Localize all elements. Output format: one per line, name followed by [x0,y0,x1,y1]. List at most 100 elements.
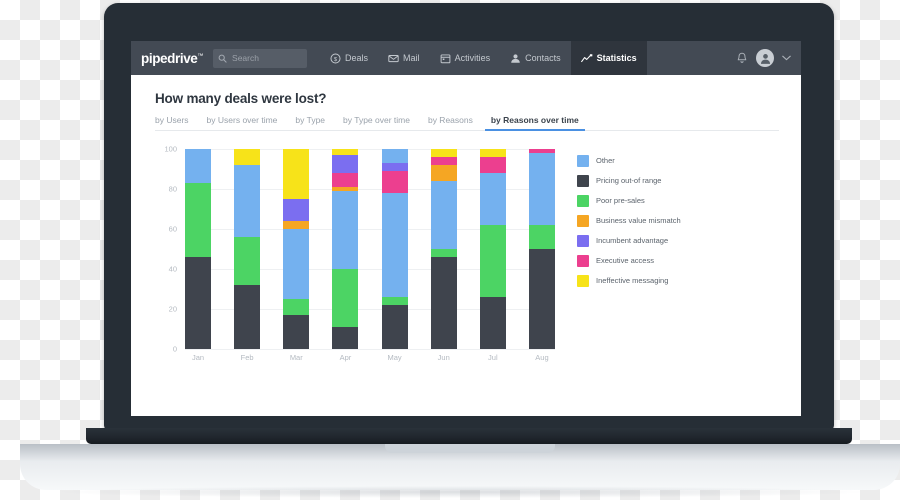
report-tabs: by Users by Users over time by Type by T… [155,115,779,131]
bar-segment[interactable] [479,149,506,157]
legend-item[interactable]: Business value mismatch [577,215,727,227]
brand-text: pipedrive [141,50,198,66]
bar-segment[interactable] [283,199,310,221]
legend-swatch [577,215,589,227]
nav-label-statistics: Statistics [596,53,637,63]
bar-column[interactable] [479,149,506,349]
legend-label: Business value mismatch [596,216,681,225]
legend-swatch [577,175,589,187]
mail-envelope-icon [388,53,399,64]
tab-by-reasons-over-time[interactable]: by Reasons over time [482,115,588,131]
bar-column[interactable] [234,149,261,349]
x-axis-tick: Jul [488,353,498,362]
bar-segment[interactable] [332,327,359,349]
tab-by-users[interactable]: by Users [155,115,198,130]
bar-segment[interactable] [430,257,457,349]
nav-label-contacts: Contacts [525,53,561,63]
bar-column[interactable] [528,149,555,349]
bar-segment[interactable] [381,163,408,171]
bar-segment[interactable] [528,225,555,249]
trend-line-icon [580,53,593,64]
bar-segment[interactable] [430,157,457,165]
chart-legend: Other Pricing out-of range Poor pre-sales B… [577,149,727,379]
statistics-content: How many deals were lost? by Users by Us… [131,75,801,416]
nav-item-contacts[interactable]: Contacts [500,41,571,75]
bar-segment[interactable] [283,229,310,299]
nav-items: $ Deals Mail Activities Contacts Statist… [320,41,647,75]
nav-item-mail[interactable]: Mail [378,41,430,75]
tab-by-type[interactable]: by Type [286,115,334,130]
legend-swatch [577,275,589,287]
bar-segment[interactable] [381,171,408,193]
bar-segment[interactable] [234,237,261,285]
search-placeholder: Search [232,53,259,63]
legend-swatch [577,155,589,167]
x-axis-tick: Mar [289,353,303,362]
bar-segment[interactable] [430,165,457,181]
bar-segment[interactable] [332,155,359,173]
bar-segment[interactable] [381,149,408,163]
bell-icon[interactable] [736,52,748,64]
search-input[interactable]: Search [213,48,308,68]
bar-segment[interactable] [381,297,408,305]
bar-segment[interactable] [185,183,211,257]
bar-segment[interactable] [479,225,506,297]
legend-swatch [577,195,589,207]
bar-segment[interactable] [283,299,310,315]
legend-swatch [577,255,589,267]
tab-by-users-over-time[interactable]: by Users over time [198,115,287,130]
user-avatar-icon[interactable] [756,49,774,67]
legend-item[interactable]: Incumbent advantage [577,235,727,247]
bar-segment[interactable] [332,269,359,327]
bar-segment[interactable] [332,173,359,187]
tab-by-type-over-time[interactable]: by Type over time [334,115,419,130]
bar-segment[interactable] [234,165,261,237]
nav-item-deals[interactable]: $ Deals [320,41,378,75]
legend-item[interactable]: Ineffective messaging [577,275,727,287]
nav-item-statistics[interactable]: Statistics [570,41,647,75]
bar-segment[interactable] [479,173,506,225]
pipedrive-logo[interactable]: pipedrive™ [141,51,203,66]
bar-column[interactable] [430,149,457,349]
legend-item[interactable]: Poor pre-sales [577,195,727,207]
bar-segment[interactable] [283,315,310,349]
nav-item-activities[interactable]: Activities [430,41,501,75]
x-axis-tick: Apr [339,353,352,362]
bar-segment[interactable] [381,193,408,297]
laptop-base-notch [385,444,555,453]
bar-column[interactable] [332,149,359,349]
legend-label: Poor pre-sales [596,196,645,205]
page-title: How many deals were lost? [155,91,327,106]
legend-label: Incumbent advantage [596,236,669,245]
bar-segment[interactable] [528,153,555,225]
bar-segment[interactable] [234,285,261,349]
calendar-icon [440,53,451,64]
bar-segment[interactable] [430,149,457,157]
legend-item[interactable]: Executive access [577,255,727,267]
bar-segment[interactable] [479,157,506,173]
bar-segment[interactable] [283,221,310,229]
legend-label: Ineffective messaging [596,276,669,285]
bar-segment[interactable] [332,191,359,269]
bar-segment[interactable] [430,249,457,257]
x-axis-tick: Aug [535,353,549,362]
bar-column[interactable] [283,149,310,349]
chevron-down-icon[interactable] [782,55,791,61]
legend-item[interactable]: Pricing out-of range [577,175,727,187]
screen-viewport: pipedrive™ Search $ Deals Mail Activitie… [131,41,801,416]
bar-segment[interactable] [185,149,211,183]
bar-segment[interactable] [528,249,555,349]
bar-segment[interactable] [381,305,408,349]
laptop-screen-bezel: pipedrive™ Search $ Deals Mail Activitie… [104,3,834,431]
bar-segment[interactable] [479,297,506,349]
bar-segment[interactable] [234,149,261,165]
nav-label-mail: Mail [403,53,420,63]
bar-segment[interactable] [283,149,310,199]
bar-column[interactable] [185,149,211,349]
bar-column[interactable] [381,149,408,349]
bar-segment[interactable] [430,181,457,249]
legend-item[interactable]: Other [577,155,727,167]
bar-segment[interactable] [185,257,211,349]
tab-by-reasons[interactable]: by Reasons [419,115,482,130]
nav-right-actions [736,41,791,75]
